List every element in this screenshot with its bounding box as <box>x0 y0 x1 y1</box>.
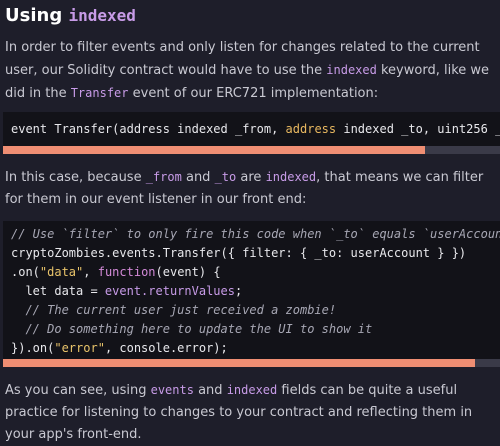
code-scrollbar-thumb[interactable] <box>3 359 476 367</box>
heading-code: indexed <box>68 6 136 25</box>
code-event-definition: event Transfer(address indexed _from, ad… <box>11 122 500 136</box>
paragraph-conclusion: As you can see, using events and indexed… <box>5 383 473 442</box>
paragraph-intro: In order to filter events and only liste… <box>5 40 490 101</box>
lesson-content: Using indexed In order to filter events … <box>0 0 500 442</box>
section-heading: Using indexed <box>5 5 136 26</box>
code-listener: // Use `filter` to only fire this code w… <box>11 227 500 355</box>
code-block-event[interactable]: event Transfer(address indexed _from, ad… <box>3 112 500 154</box>
code-block-listener[interactable]: // Use `filter` to only fire this code w… <box>3 221 500 367</box>
code-scrollbar-thumb[interactable] <box>3 146 426 154</box>
code-scrollbar[interactable] <box>3 359 500 367</box>
paragraph-filter: In this case, because _from and _to are … <box>5 170 484 207</box>
code-scrollbar[interactable] <box>3 146 500 154</box>
